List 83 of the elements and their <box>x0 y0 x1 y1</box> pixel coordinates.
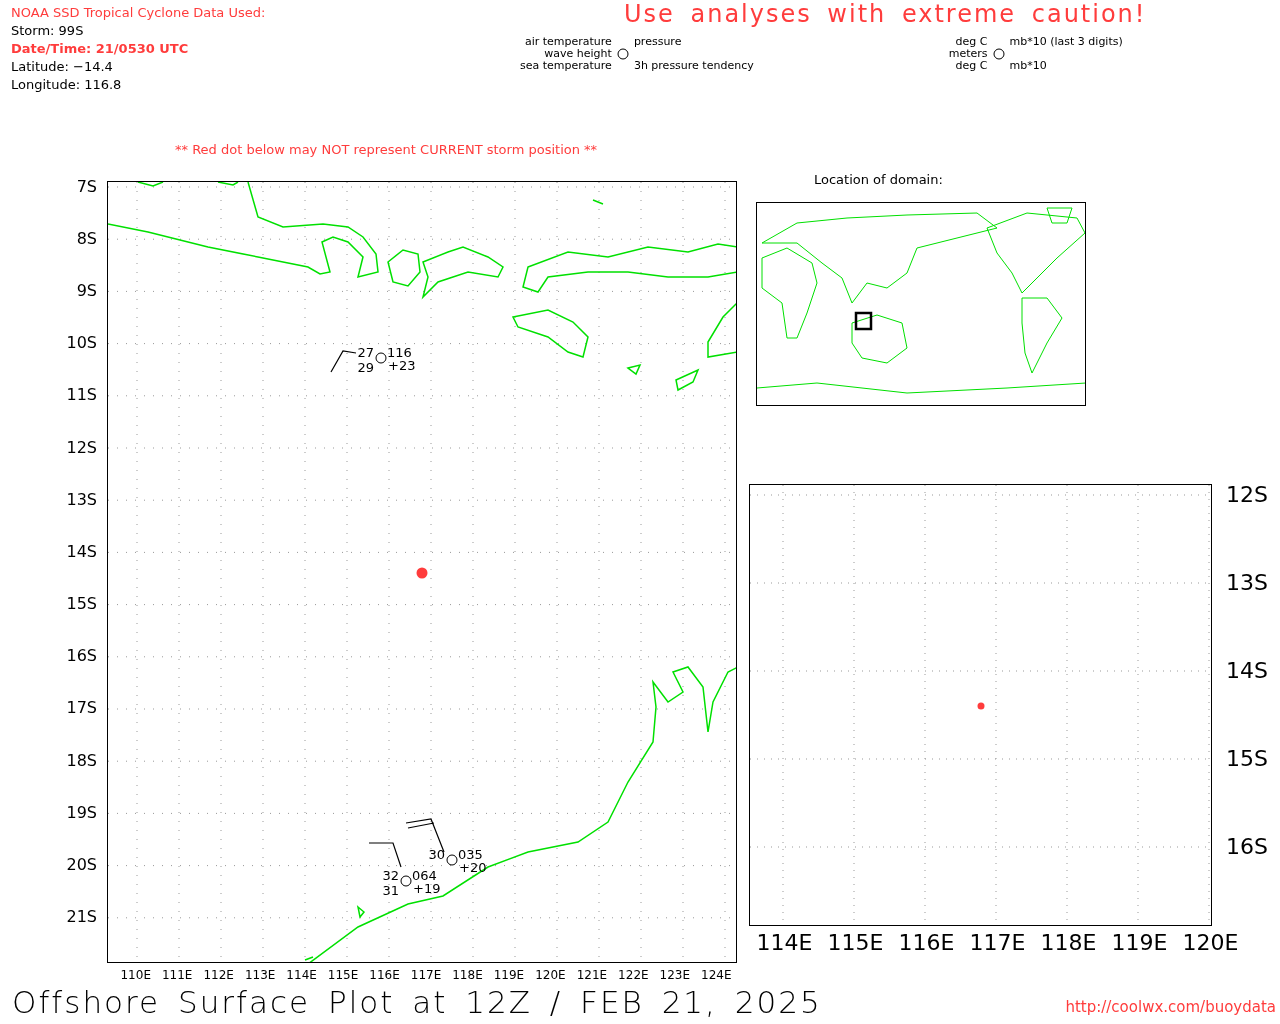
legend-label: sea temperature <box>520 60 612 72</box>
station-circle-icon <box>400 875 412 887</box>
station-circle-icon <box>992 48 1005 60</box>
longitude-label: 122E <box>617 968 650 982</box>
legend-label: meters <box>948 48 988 60</box>
caution-title: Use analyses with extreme caution! <box>624 0 1147 28</box>
latitude-label: 14S <box>1225 656 1268 685</box>
longitude-label: 115E <box>826 930 885 955</box>
storm-position-dot <box>416 567 428 579</box>
longitude-label: 116E <box>897 930 956 955</box>
longitude-label: 110E <box>119 968 152 982</box>
domain-title: Location of domain: <box>814 172 943 187</box>
latitude-label: 14S <box>65 540 98 563</box>
latitude-label: 13S <box>1225 568 1268 597</box>
longitude-label: 119E <box>1110 930 1169 955</box>
latitude: Latitude: −14.4 <box>11 58 113 76</box>
longitude-label: 118E <box>1039 930 1098 955</box>
longitude-label: 121E <box>575 968 609 982</box>
longitude-label: 123E <box>658 968 692 982</box>
latitude-label: 20S <box>65 854 98 877</box>
latitude-label: 12S <box>65 436 98 459</box>
longitude-label: 114E <box>755 930 814 955</box>
station-circle-icon <box>375 352 387 364</box>
wind-barb-icon <box>330 350 357 373</box>
longitude-label: 118E <box>451 968 484 982</box>
longitude-label: 116E <box>368 968 401 982</box>
station-value: 32 <box>382 868 399 883</box>
latitude-label: 15S <box>65 593 98 616</box>
legend-label: mb*10 <box>1009 60 1047 72</box>
date-time: Date/Time: 21/0530 UTC <box>11 40 189 58</box>
storm-position-dot <box>977 702 985 710</box>
warning-text: ** Red dot below may NOT represent CURRENT storm position ** <box>175 142 598 157</box>
longitude: Longitude: 116.8 <box>11 76 122 94</box>
source-title: NOAA SSD Tropical Cyclone Data Used: <box>11 4 266 22</box>
longitude-label: 124E <box>700 968 733 982</box>
station-value: 29 <box>357 360 374 375</box>
latitude-label: 18S <box>65 749 98 772</box>
latitude-label: 7S <box>75 175 98 198</box>
legend-label: mb*10 (last 3 digits) <box>1009 36 1123 48</box>
longitude-label: 117E <box>409 968 443 982</box>
source-url: http://coolwx.com/buoydata <box>1065 998 1276 1016</box>
plot-title: Offshore Surface Plot at 12Z / FEB 21, 2025 <box>12 984 822 1020</box>
station-value: 27 <box>357 345 374 360</box>
longitude-label: 120E <box>1181 930 1240 955</box>
longitude-label: 111E <box>160 968 194 982</box>
latitude-label: 15S <box>1225 744 1268 773</box>
latitude-label: 21S <box>65 906 98 929</box>
station-value: 31 <box>382 883 399 898</box>
longitude-label: 119E <box>492 968 526 982</box>
station-value: +19 <box>413 881 441 896</box>
legend-label: wave height <box>544 48 612 60</box>
legend-label: air temperature <box>524 36 612 48</box>
station-circle-icon <box>446 854 458 866</box>
station-circle-icon <box>616 48 629 60</box>
latitude-label: 12S <box>1225 480 1268 509</box>
latitude-label: 16S <box>65 645 98 668</box>
station-value: 116 <box>387 345 412 360</box>
legend-label: 3h pressure tendency <box>633 60 754 72</box>
latitude-label: 8S <box>75 227 98 250</box>
legend-label: deg C <box>955 36 988 48</box>
longitude-label: 115E <box>326 968 360 982</box>
longitude-label: 114E <box>285 968 318 982</box>
longitude-label: 112E <box>202 968 235 982</box>
latitude-label: 16S <box>1225 832 1268 861</box>
station-value: +20 <box>459 860 487 875</box>
domain-box-icon <box>854 311 873 331</box>
station-value: 064 <box>412 868 437 883</box>
longitude-label: 120E <box>534 968 567 982</box>
legend-label: deg C <box>955 60 988 72</box>
latitude-label: 13S <box>65 488 98 511</box>
latitude-label: 19S <box>65 801 98 824</box>
longitude-label: 117E <box>968 930 1027 955</box>
latitude-label: 9S <box>75 279 98 302</box>
wind-barb-icon <box>368 842 402 868</box>
longitude-label: 113E <box>243 968 277 982</box>
latitude-label: 11S <box>65 384 98 407</box>
latitude-label: 17S <box>65 697 98 720</box>
legend-label: pressure <box>633 36 682 48</box>
latitude-label: 10S <box>65 332 98 355</box>
station-value: +23 <box>388 358 416 373</box>
station-value: 30 <box>428 847 445 862</box>
storm-id: Storm: 99S <box>11 22 84 40</box>
station-value: 035 <box>458 847 483 862</box>
